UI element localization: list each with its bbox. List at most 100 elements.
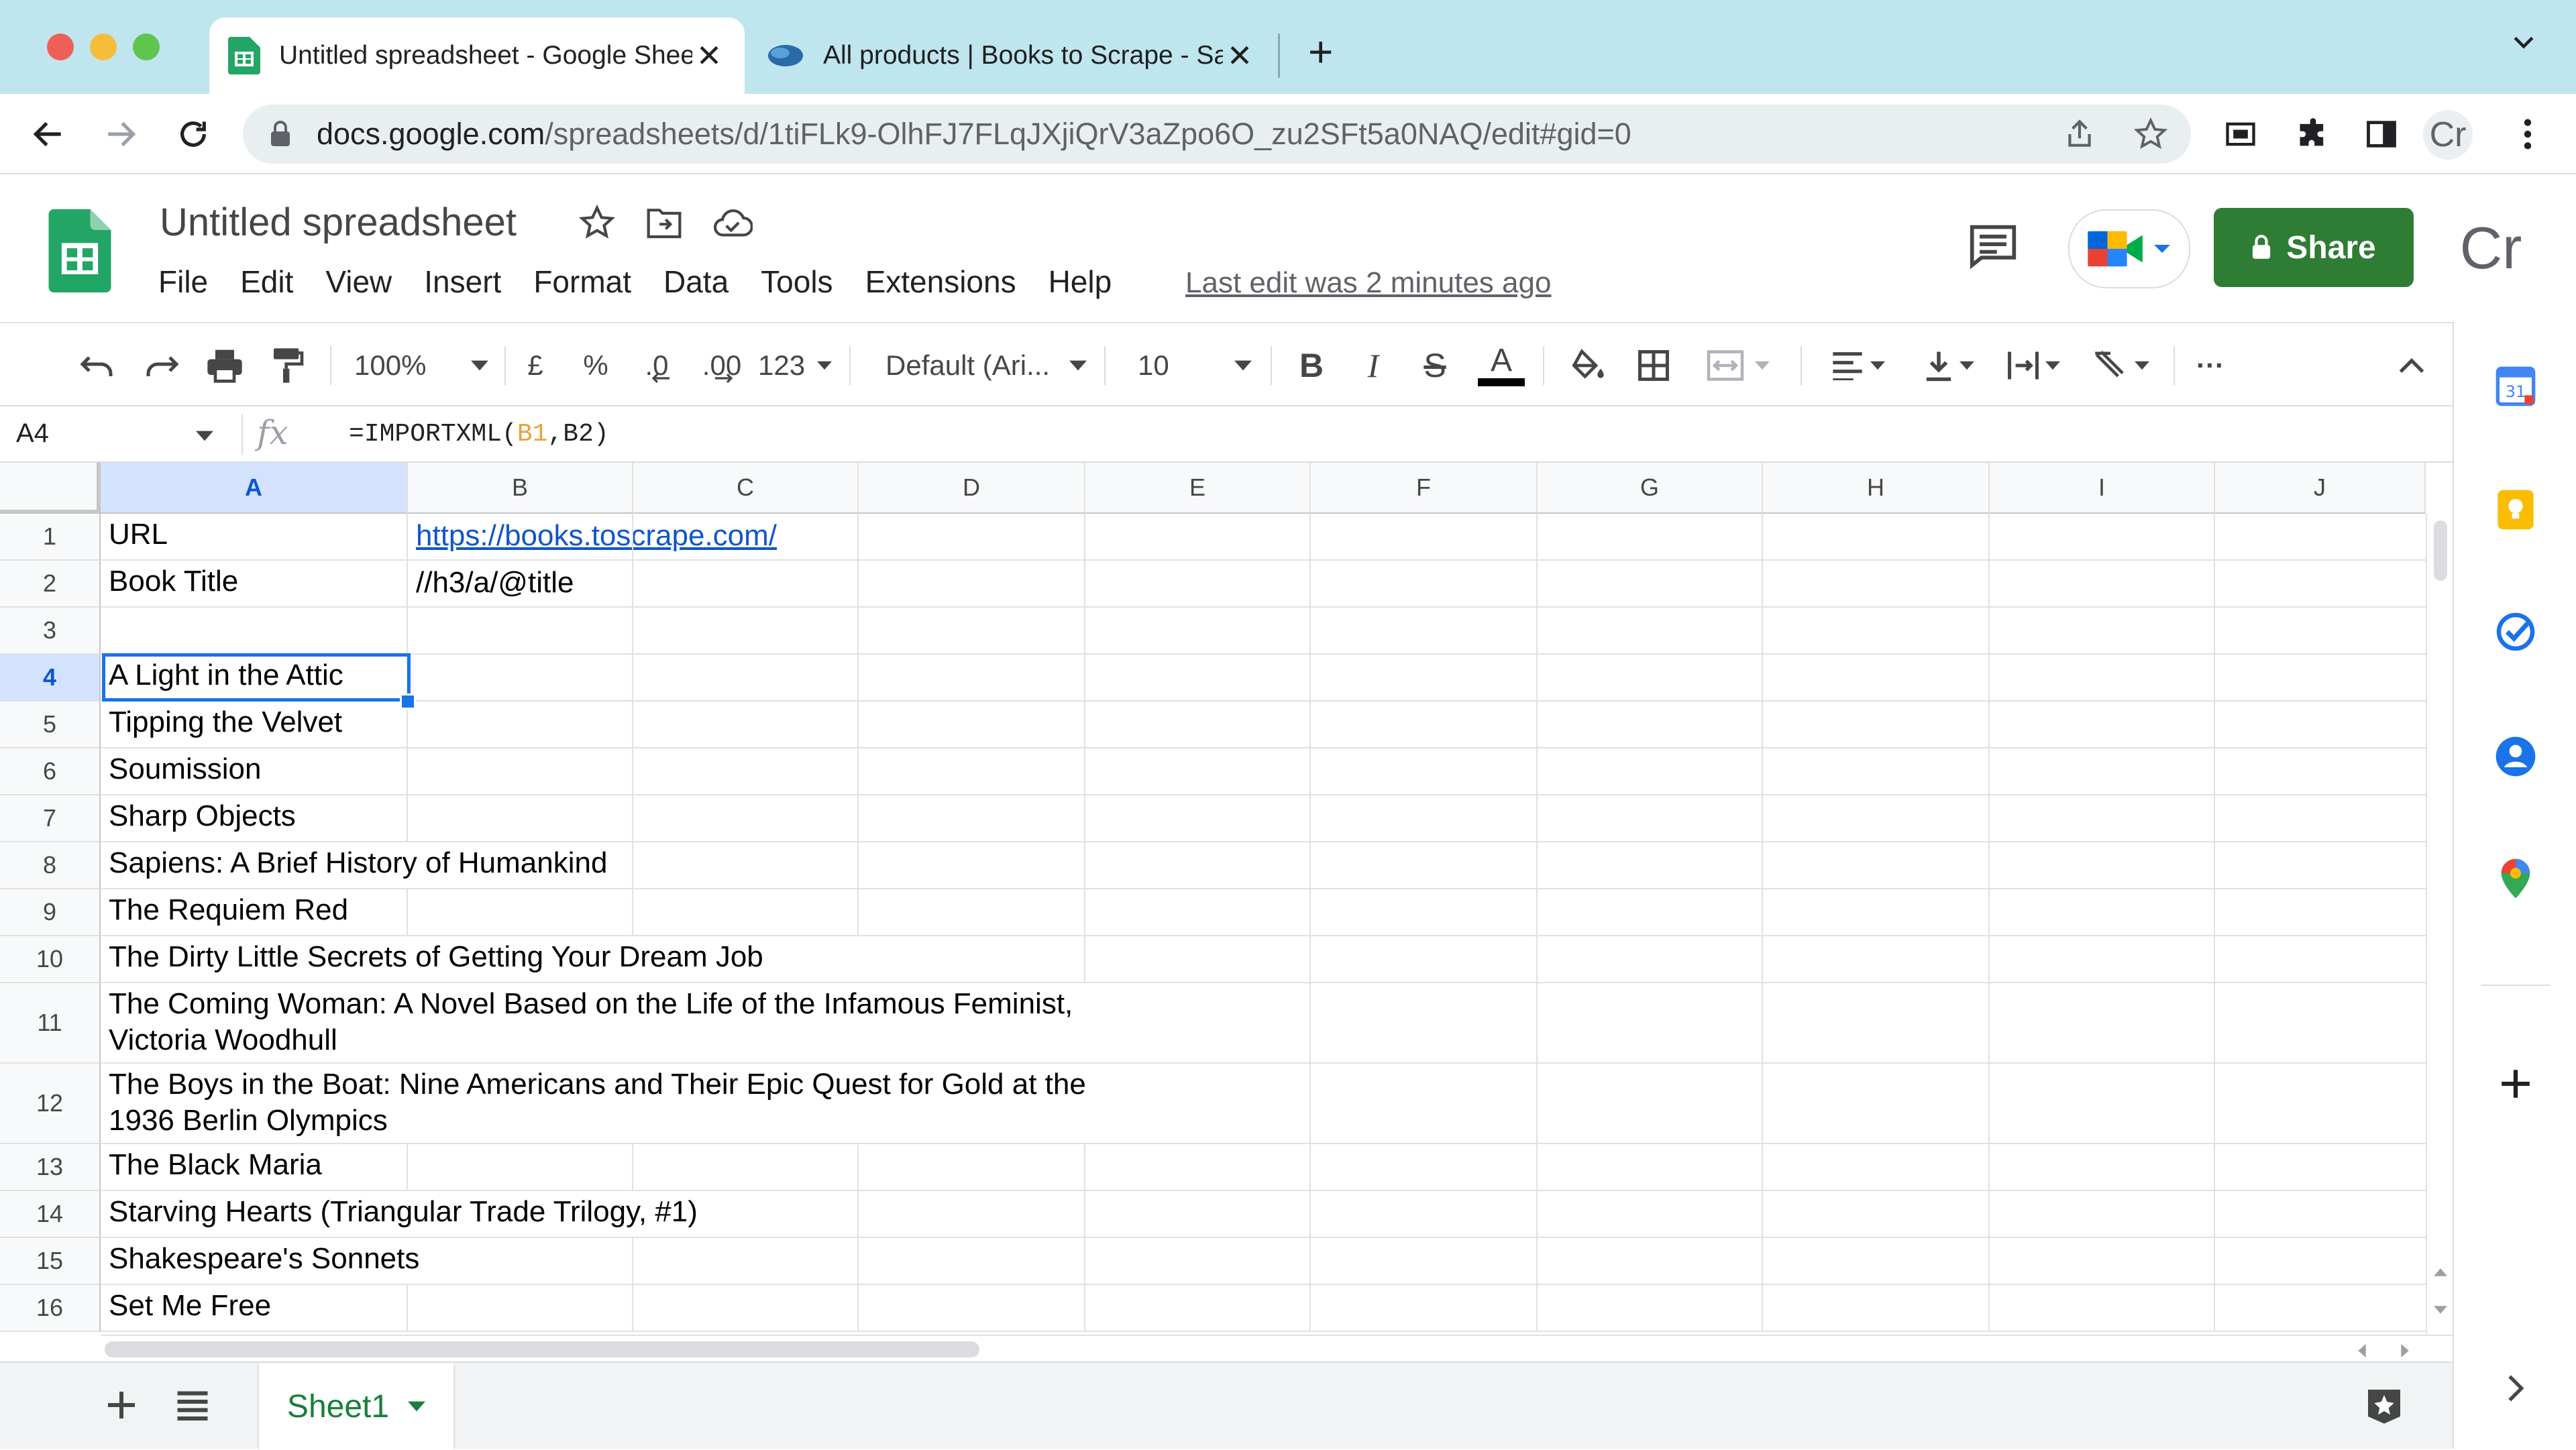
move-folder-icon[interactable] — [645, 205, 683, 240]
address-bar[interactable]: docs.google.com/spreadsheets/d/1tiFLk9-O… — [243, 105, 2191, 164]
row-header[interactable]: 2 — [0, 561, 101, 608]
cell-b2[interactable]: //h3/a/@title — [416, 565, 574, 601]
browser-menu-kebab-icon[interactable] — [2508, 114, 2548, 154]
column-header-d[interactable]: D — [859, 463, 1085, 514]
tab-close-icon[interactable]: ✕ — [1223, 38, 1256, 74]
column-header-i[interactable]: I — [1990, 463, 2215, 514]
calendar-icon[interactable]: 31 — [2490, 361, 2541, 412]
menu-help[interactable]: Help — [1049, 264, 1112, 300]
menu-insert[interactable]: Insert — [424, 264, 501, 300]
italic-button[interactable]: I — [1350, 342, 1397, 389]
comments-icon[interactable] — [1968, 223, 2018, 270]
select-all-corner[interactable] — [0, 463, 101, 514]
new-tab-plus-icon[interactable]: + — [1308, 30, 1333, 73]
tab-close-icon[interactable]: ✕ — [692, 38, 726, 74]
maps-pin-icon[interactable] — [2490, 853, 2541, 904]
all-sheets-list-icon[interactable] — [176, 1390, 209, 1420]
menu-data[interactable]: Data — [663, 264, 729, 300]
menu-edit[interactable]: Edit — [240, 264, 293, 300]
row-header[interactable]: 1 — [0, 514, 101, 561]
browser-tab-sheets[interactable]: Untitled spreadsheet - Google Sheets ✕ — [209, 17, 745, 94]
redo-icon[interactable] — [138, 342, 185, 389]
sheets-logo-icon[interactable] — [48, 209, 111, 292]
contacts-icon[interactable] — [2490, 731, 2541, 782]
explore-sparkle-icon[interactable] — [2363, 1384, 2406, 1427]
row-header[interactable]: 5 — [0, 702, 101, 748]
cell-a14[interactable]: Starving Hearts (Triangular Trade Trilog… — [109, 1194, 698, 1230]
menu-extensions[interactable]: Extensions — [865, 264, 1016, 300]
name-box[interactable]: A4 — [16, 419, 49, 449]
currency-format-button[interactable]: £ — [517, 342, 554, 389]
number-format-select[interactable]: 123 — [758, 342, 832, 389]
meet-button[interactable] — [2068, 209, 2190, 288]
cell-a6[interactable]: Soumission — [109, 751, 261, 787]
more-options-icon[interactable]: ··· — [2187, 342, 2234, 389]
share-button[interactable]: Share — [2214, 208, 2414, 287]
column-header-c[interactable]: C — [633, 463, 859, 514]
row-header[interactable]: 6 — [0, 748, 101, 795]
screen-capture-icon[interactable] — [2220, 114, 2261, 154]
borders-icon[interactable] — [1630, 342, 1677, 389]
row-header[interactable]: 8 — [0, 842, 101, 889]
row-header[interactable]: 3 — [0, 608, 101, 655]
row-header[interactable]: 7 — [0, 795, 101, 842]
sheet-tab-sheet1[interactable]: Sheet1 — [259, 1363, 453, 1450]
side-panel-icon[interactable] — [2361, 114, 2402, 154]
text-rotation-icon[interactable] — [2084, 342, 2157, 389]
row-header[interactable]: 16 — [0, 1285, 101, 1332]
vertical-scroll-thumb[interactable] — [2434, 520, 2447, 581]
window-maximize-button[interactable] — [133, 34, 160, 60]
row-header[interactable]: 11 — [0, 983, 101, 1064]
column-header-e[interactable]: E — [1085, 463, 1311, 514]
expand-side-panel-chevron-icon[interactable] — [2490, 1363, 2541, 1414]
reload-icon[interactable] — [173, 114, 213, 154]
fill-color-icon[interactable] — [1563, 342, 1610, 389]
column-header-f[interactable]: F — [1311, 463, 1538, 514]
profile-avatar[interactable]: Cr — [2423, 110, 2473, 160]
menu-format[interactable]: Format — [533, 264, 631, 300]
horizontal-align-icon[interactable] — [1821, 342, 1894, 389]
merge-cells-icon[interactable] — [1697, 342, 1778, 389]
text-color-button[interactable]: A — [1476, 342, 1527, 389]
cell-a10[interactable]: The Dirty Little Secrets of Getting Your… — [109, 939, 763, 975]
bold-button[interactable]: B — [1288, 342, 1335, 389]
horizontal-scrollbar[interactable] — [101, 1335, 2453, 1363]
menu-file[interactable]: File — [158, 264, 208, 300]
vertical-align-icon[interactable] — [1912, 342, 1986, 389]
cell-a13[interactable]: The Black Maria — [109, 1147, 322, 1183]
cell-a12[interactable]: The Boys in the Boat: Nine Americans and… — [109, 1066, 1086, 1139]
window-close-button[interactable] — [47, 34, 74, 60]
get-addons-plus-icon[interactable] — [2490, 1058, 2541, 1109]
font-family-select[interactable]: Default (Ari... — [885, 342, 1087, 389]
tab-search-chevron-icon[interactable] — [2509, 27, 2538, 56]
formula-input[interactable]: =IMPORTXML(B1,B2) — [349, 420, 609, 449]
column-header-h[interactable]: H — [1763, 463, 1990, 514]
extensions-puzzle-icon[interactable] — [2293, 114, 2333, 154]
row-header[interactable]: 15 — [0, 1238, 101, 1285]
last-edit-link[interactable]: Last edit was 2 minutes ago — [1185, 266, 1551, 300]
row-header[interactable]: 9 — [0, 889, 101, 936]
zoom-select[interactable]: 100% — [354, 342, 488, 389]
scroll-left-arrow-icon[interactable] — [2357, 1344, 2367, 1357]
menu-tools[interactable]: Tools — [761, 264, 833, 300]
browser-tab-books[interactable]: All products | Books to Scrape - Sandbox… — [748, 17, 1275, 94]
tasks-icon[interactable] — [2490, 606, 2541, 657]
scroll-up-arrow-icon[interactable] — [2434, 1268, 2447, 1277]
menu-view[interactable]: View — [325, 264, 392, 300]
row-header[interactable]: 13 — [0, 1144, 101, 1191]
cell-a1[interactable]: URL — [109, 516, 168, 553]
column-header-a[interactable]: A — [101, 463, 408, 514]
cell-a2[interactable]: Book Title — [109, 563, 238, 600]
decrease-decimal-button[interactable]: .0 — [633, 342, 680, 389]
row-header[interactable]: 10 — [0, 936, 101, 983]
cell-a9[interactable]: The Requiem Red — [109, 892, 348, 928]
paint-format-icon[interactable] — [264, 342, 311, 389]
row-header[interactable]: 12 — [0, 1064, 101, 1144]
undo-icon[interactable] — [74, 342, 121, 389]
horizontal-scroll-thumb[interactable] — [105, 1341, 979, 1357]
cloud-saved-icon[interactable] — [712, 207, 753, 239]
text-wrap-icon[interactable] — [1996, 342, 2070, 389]
row-header[interactable]: 4 — [0, 655, 101, 702]
cell-b1[interactable]: https://books.toscrape.com/ — [416, 518, 777, 554]
print-icon[interactable] — [201, 342, 248, 389]
